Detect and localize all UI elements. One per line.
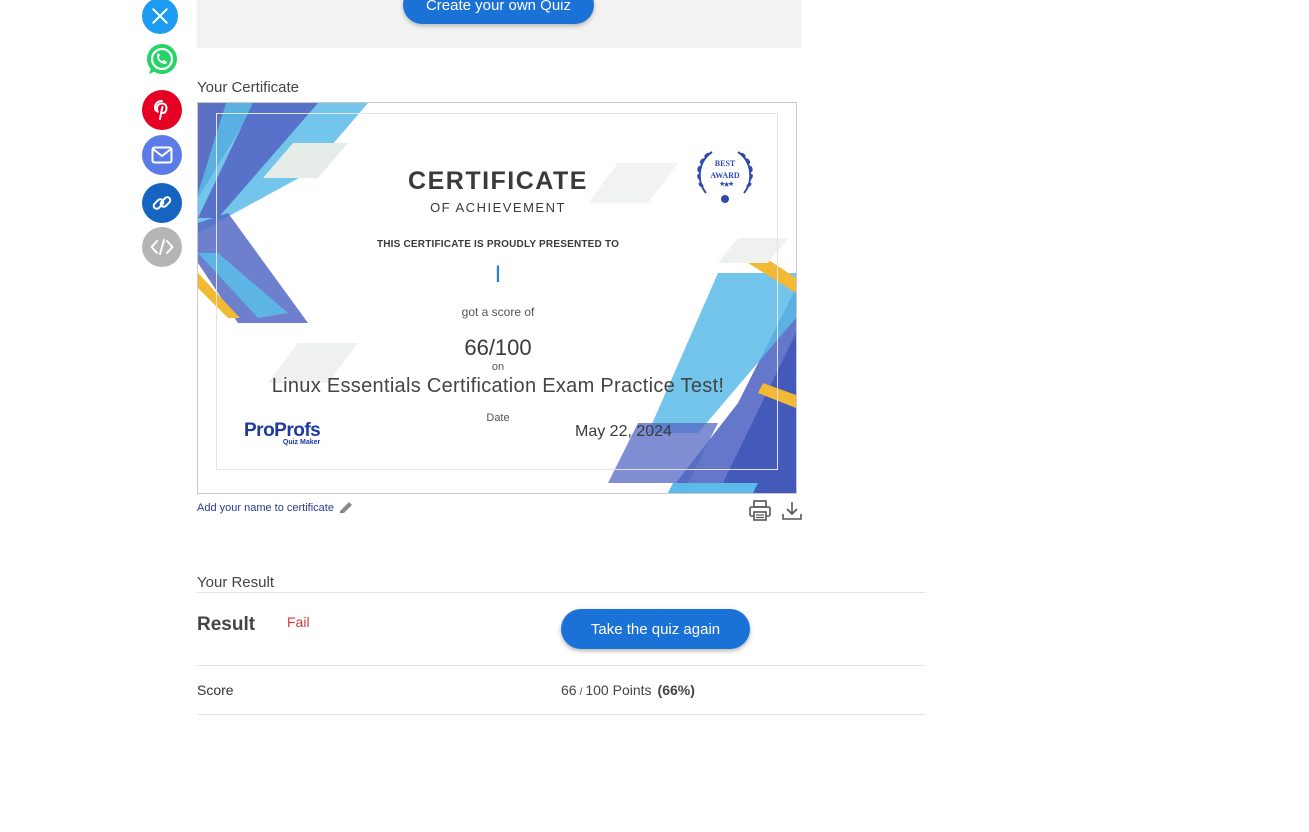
- result-section-title: Your Result: [197, 574, 274, 591]
- score-points: 66: [561, 682, 577, 698]
- certificate-score-label: got a score of: [461, 305, 535, 319]
- share-whatsapp-button[interactable]: [142, 40, 182, 80]
- add-name-link[interactable]: Add your name to certificate: [197, 501, 354, 515]
- score-total: 100 Points: [585, 682, 652, 698]
- email-icon: [151, 146, 173, 164]
- certificate-section-title: Your Certificate: [197, 79, 299, 96]
- link-icon: [152, 196, 172, 210]
- result-divider-bottom: [197, 714, 925, 715]
- add-name-label: Add your name to certificate: [197, 502, 334, 514]
- score-slash: /: [579, 687, 583, 698]
- share-pinterest-button[interactable]: [142, 90, 182, 130]
- certificate-date: May 22, 2024: [575, 423, 672, 440]
- score-value: 66/100 Points (66%): [561, 682, 695, 698]
- best-award-badge: ★ ★ ★ BEST AWARD: [692, 141, 758, 207]
- certificate-presented-text: THIS CERTIFICATE IS PROUDLY PRESENTED TO: [376, 239, 620, 250]
- svg-text:★: ★: [728, 180, 734, 188]
- badge-text-line2: AWARD: [710, 171, 740, 180]
- proprofs-logo: ProProfs Quiz Maker: [244, 420, 321, 446]
- embed-icon: [150, 239, 174, 255]
- certificate-image: CERTIFICATE OF ACHIEVEMENT THIS CERTIFIC…: [197, 102, 797, 494]
- certificate-quiz-name: Linux Essentials Certification Exam Prac…: [271, 375, 725, 397]
- download-icon: [782, 502, 802, 520]
- score-label: Score: [197, 682, 234, 698]
- badge-text-line1: BEST: [714, 159, 736, 168]
- pinterest-icon: [153, 100, 168, 120]
- certificate-score: 66/100: [464, 335, 532, 360]
- pencil-icon: [339, 502, 352, 513]
- result-status: Fail: [287, 614, 310, 630]
- result-divider-top: [197, 592, 925, 593]
- x-twitter-icon: [152, 8, 168, 24]
- result-divider-middle: [197, 665, 925, 666]
- embed-button[interactable]: [142, 227, 182, 267]
- download-button[interactable]: [781, 500, 803, 527]
- whatsapp-icon: [147, 44, 177, 74]
- share-email-button[interactable]: [142, 135, 182, 175]
- share-x-button[interactable]: [142, 0, 178, 34]
- print-icon: [749, 500, 771, 521]
- take-quiz-again-button[interactable]: Take the quiz again: [561, 609, 750, 649]
- result-label: Result: [197, 614, 256, 635]
- create-quiz-banner: Create your own Quiz: [197, 0, 801, 48]
- print-button[interactable]: [748, 500, 772, 527]
- certificate-recipient-name: I: [494, 261, 502, 288]
- certificate-on-label: on: [491, 361, 505, 373]
- copy-link-button[interactable]: [142, 183, 182, 223]
- score-percent: (66%): [657, 682, 695, 698]
- create-quiz-button[interactable]: Create your own Quiz: [403, 0, 594, 24]
